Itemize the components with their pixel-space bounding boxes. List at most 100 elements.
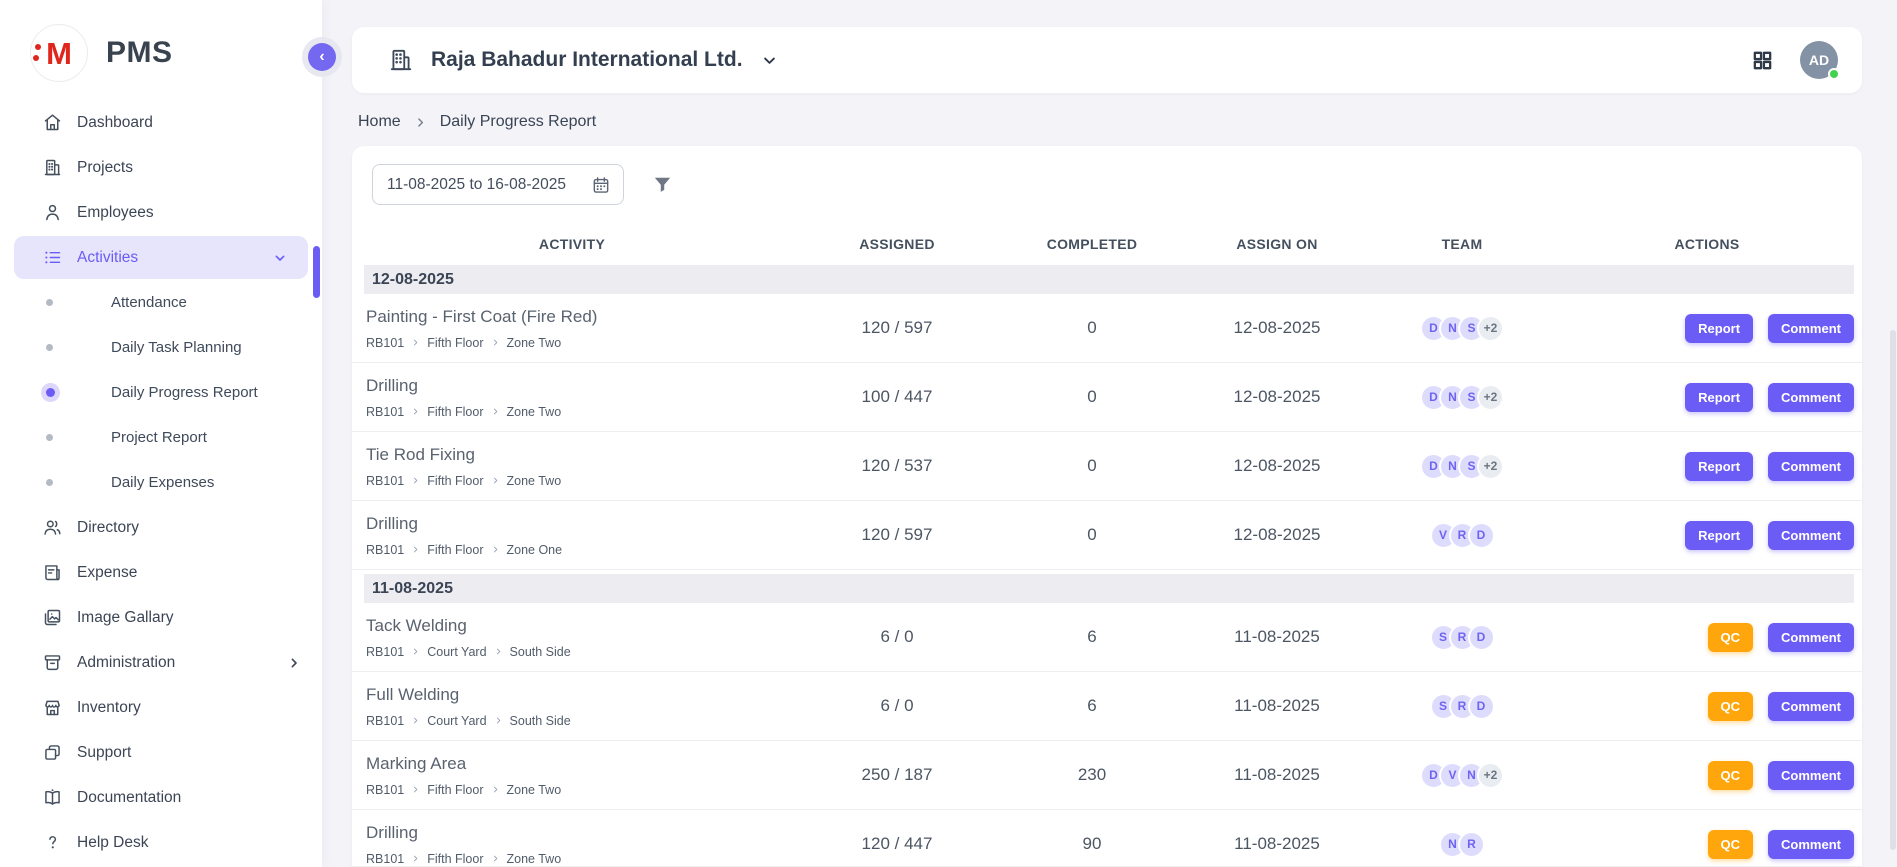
sidebar-item-activities[interactable]: Activities — [14, 236, 308, 279]
table-row: Marking Area RB101Fifth FloorZone Two 25… — [352, 741, 1862, 810]
user-avatar[interactable]: AD — [1800, 41, 1838, 79]
bullet-dot-icon — [46, 434, 53, 441]
comment-button[interactable]: Comment — [1768, 830, 1854, 859]
sidebar-subitem-daily-expenses[interactable]: Daily Expenses — [0, 460, 322, 505]
comment-button[interactable]: Comment — [1768, 383, 1854, 412]
sidebar-subitem-daily-progress-report[interactable]: Daily Progress Report — [0, 370, 322, 415]
team-avatars: DNS+2 — [1372, 315, 1552, 342]
chevron-right-icon — [491, 854, 500, 863]
sidebar-subitem-project-report[interactable]: Project Report — [0, 415, 322, 460]
path-segment: RB101 — [366, 543, 404, 557]
invoice-icon — [42, 562, 63, 583]
chevron-down-icon — [760, 51, 779, 70]
sidebar-collapse-button[interactable]: ‹ — [308, 43, 336, 71]
qc-button[interactable]: QC — [1708, 761, 1754, 790]
sidebar-item-inventory[interactable]: Inventory — [0, 685, 322, 730]
bullet-dot-icon — [46, 299, 53, 306]
comment-button[interactable]: Comment — [1768, 521, 1854, 550]
team-member-avatar: D — [1468, 624, 1495, 651]
sidebar-subitem-daily-task-planning[interactable]: Daily Task Planning — [0, 325, 322, 370]
breadcrumb-current: Daily Progress Report — [440, 113, 597, 131]
apps-grid-icon[interactable] — [1751, 49, 1774, 72]
sidebar-item-support[interactable]: Support — [0, 730, 322, 775]
app-name: PMS — [106, 36, 173, 70]
path-segment: Zone One — [507, 543, 563, 557]
report-button[interactable]: Report — [1685, 452, 1753, 481]
team-more-count: +2 — [1477, 762, 1504, 789]
sidebar-scrollbar-thumb[interactable] — [313, 246, 320, 298]
assigned-value: 120 / 447 — [792, 834, 1002, 854]
filter-icon[interactable] — [651, 173, 674, 196]
path-segment: Fifth Floor — [427, 543, 483, 557]
bullet-dot-icon — [46, 479, 53, 486]
activity-location-path: RB101Fifth FloorZone Two — [366, 474, 792, 488]
company-selector[interactable]: Raja Bahadur International Ltd. — [388, 47, 779, 73]
sidebar-item-projects[interactable]: Projects — [0, 145, 322, 190]
qc-button[interactable]: QC — [1708, 692, 1754, 721]
activity-title: Drilling — [366, 376, 792, 396]
path-segment: Zone Two — [507, 783, 562, 797]
path-segment: RB101 — [366, 645, 404, 659]
qc-button[interactable]: QC — [1708, 830, 1754, 859]
table-row: Painting - First Coat (Fire Red) RB101Fi… — [352, 294, 1862, 363]
activity-location-path: RB101Fifth FloorZone Two — [366, 405, 792, 419]
page-scrollbar-thumb[interactable] — [1890, 330, 1896, 850]
avatar-initials: AD — [1809, 52, 1829, 68]
column-header-completed: COMPLETED — [1002, 236, 1182, 252]
assigned-value: 6 / 0 — [792, 627, 1002, 647]
breadcrumb-home[interactable]: Home — [358, 113, 401, 131]
activity-location-path: RB101Fifth FloorZone Two — [366, 336, 792, 350]
date-range-value: 11-08-2025 to 16-08-2025 — [387, 176, 566, 194]
sidebar-item-image-gallary[interactable]: Image Gallary — [0, 595, 322, 640]
top-header-bar: Raja Bahadur International Ltd. AD — [352, 27, 1862, 93]
team-avatars: DVN+2 — [1372, 762, 1552, 789]
assign-on-date: 11-08-2025 — [1182, 627, 1372, 647]
date-range-input[interactable]: 11-08-2025 to 16-08-2025 — [372, 164, 624, 205]
home-icon — [42, 112, 63, 133]
table-row: Drilling RB101Fifth FloorZone Two 100 / … — [352, 363, 1862, 432]
comment-button[interactable]: Comment — [1768, 692, 1854, 721]
report-button[interactable]: Report — [1685, 314, 1753, 343]
sidebar-item-documentation[interactable]: Documentation — [0, 775, 322, 820]
path-segment: RB101 — [366, 714, 404, 728]
assign-on-date: 12-08-2025 — [1182, 456, 1372, 476]
path-segment: Zone Two — [507, 852, 562, 866]
sidebar-item-help-desk[interactable]: Help Desk — [0, 820, 322, 865]
activity-location-path: RB101 Fifth Floor Zone One — [366, 543, 792, 557]
comment-button[interactable]: Comment — [1768, 623, 1854, 652]
path-segment: RB101 — [366, 336, 404, 350]
comment-button[interactable]: Comment — [1768, 452, 1854, 481]
completed-value: 0 — [1002, 456, 1182, 476]
chevron-right-icon — [414, 116, 427, 129]
sidebar-subitem-attendance[interactable]: Attendance — [0, 280, 322, 325]
chevron-right-icon — [411, 647, 420, 656]
completed-value: 0 — [1002, 387, 1182, 407]
assigned-value: 250 / 187 — [792, 765, 1002, 785]
app-root: M PMS Dashboard Projects Employees Activ… — [0, 0, 1897, 867]
chevron-right-icon — [411, 785, 420, 794]
chevron-right-icon — [491, 476, 500, 485]
comment-button[interactable]: Comment — [1768, 761, 1854, 790]
activity-location-path: RB101Fifth FloorZone Two — [366, 783, 792, 797]
sidebar-item-dashboard[interactable]: Dashboard — [0, 100, 322, 145]
chevron-right-icon — [411, 476, 420, 485]
report-button[interactable]: Report — [1685, 383, 1753, 412]
qc-button[interactable]: QC — [1708, 623, 1754, 652]
table-body: 12-08-2025 Painting - First Coat (Fire R… — [352, 265, 1862, 867]
activity-location-path: RB101Fifth FloorZone Two — [366, 852, 792, 866]
completed-value: 90 — [1002, 834, 1182, 854]
report-button[interactable]: Report — [1685, 521, 1753, 550]
path-segment: Court Yard — [427, 645, 486, 659]
sidebar-item-directory[interactable]: Directory — [0, 505, 322, 550]
path-segment: RB101 — [366, 783, 404, 797]
column-header-activity: ACTIVITY — [352, 236, 792, 252]
team-avatars: NR — [1372, 831, 1552, 858]
chevron-right-icon — [411, 854, 420, 863]
sidebar-item-expense[interactable]: Expense — [0, 550, 322, 595]
sidebar-item-employees[interactable]: Employees — [0, 190, 322, 235]
sidebar-item-administration[interactable]: Administration — [0, 640, 322, 685]
assigned-value: 6 / 0 — [792, 696, 1002, 716]
chevron-right-icon — [286, 655, 302, 671]
comment-button[interactable]: Comment — [1768, 314, 1854, 343]
app-logo[interactable]: M PMS — [0, 0, 322, 98]
